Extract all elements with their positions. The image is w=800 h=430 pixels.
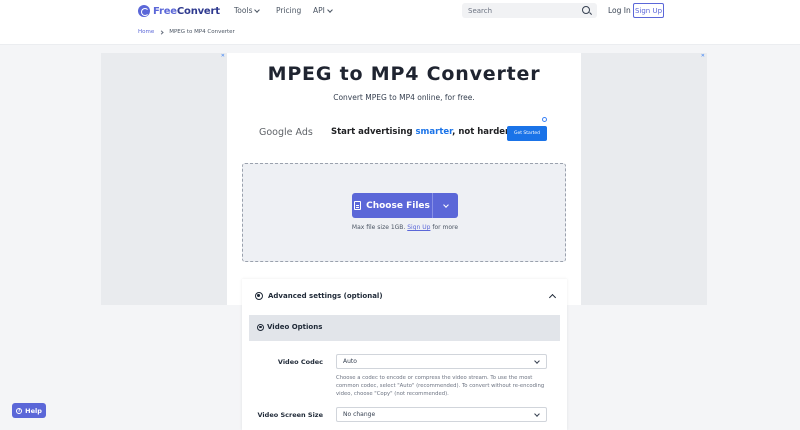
gear-icon bbox=[255, 292, 263, 300]
help-button[interactable]: ? Help bbox=[12, 403, 46, 418]
ad-tagline: Start advertising smarter, not harder. bbox=[331, 127, 512, 137]
chevron-down-icon bbox=[254, 6, 261, 13]
max-file-size-note: Max file size 1GB. Sign Up for more bbox=[351, 224, 459, 231]
video-codec-select[interactable]: Auto bbox=[336, 354, 547, 369]
site-header: FreeConvert Tools Pricing API Log In Sig… bbox=[0, 0, 800, 44]
info-icon[interactable] bbox=[542, 117, 547, 122]
login-link[interactable]: Log In bbox=[608, 6, 631, 15]
converter-card: MPEG to MP4 Converter Convert MPEG to MP… bbox=[227, 53, 581, 305]
page-subtitle: Convert MPEG to MP4 online, for free. bbox=[333, 93, 475, 102]
ad-choices-icon[interactable]: ✕ bbox=[221, 53, 225, 59]
google-ads-logo: Google Ads bbox=[259, 127, 313, 138]
video-codec-help: Choose a codec to encode or compress the… bbox=[336, 375, 545, 397]
logo-text: FreeConvert bbox=[153, 5, 220, 17]
video-options-section: Video Options bbox=[249, 315, 560, 341]
chevron-up-icon[interactable] bbox=[548, 293, 557, 302]
page-title: MPEG to MP4 Converter bbox=[267, 63, 541, 85]
chevron-down-icon bbox=[442, 201, 449, 208]
search-box bbox=[462, 3, 597, 18]
upload-source-dropdown[interactable] bbox=[433, 193, 458, 218]
choose-files-button[interactable]: Choose Files bbox=[352, 193, 433, 218]
gear-icon bbox=[257, 323, 264, 331]
search-input[interactable] bbox=[468, 5, 568, 16]
video-screen-size-select[interactable]: No change bbox=[336, 407, 547, 422]
help-icon: ? bbox=[16, 407, 23, 414]
chevron-down-icon bbox=[327, 6, 333, 13]
breadcrumb-current: MPEG to MP4 Converter bbox=[169, 29, 235, 35]
advanced-settings-panel: Advanced settings (optional) Video Optio… bbox=[242, 279, 567, 430]
chevron-down-icon bbox=[534, 358, 540, 364]
breadcrumb-home[interactable]: Home bbox=[138, 29, 154, 35]
ad-cta-button[interactable]: Get Started bbox=[507, 126, 547, 141]
breadcrumb: Home MPEG to MP4 Converter bbox=[138, 29, 235, 35]
choose-files-button-group: Choose Files bbox=[352, 193, 458, 218]
logo[interactable]: FreeConvert bbox=[138, 5, 220, 17]
chevron-right-icon bbox=[159, 29, 164, 35]
video-options-title: Video Options bbox=[257, 323, 322, 331]
search-icon[interactable] bbox=[582, 6, 590, 14]
side-ad-left[interactable]: ✕ bbox=[101, 53, 227, 305]
chevron-down-icon bbox=[534, 411, 540, 417]
ad-choices-icon[interactable]: ✕ bbox=[701, 53, 705, 59]
nav-api[interactable]: API bbox=[313, 6, 333, 15]
signup-link[interactable]: Sign Up bbox=[407, 224, 430, 231]
advanced-settings-header[interactable]: Advanced settings (optional) bbox=[255, 292, 383, 300]
video-screen-size-label: Video Screen Size bbox=[257, 411, 323, 419]
nav-tools[interactable]: Tools bbox=[234, 6, 261, 15]
side-ad-right[interactable]: ✕ bbox=[581, 53, 707, 305]
file-dropzone[interactable]: Choose Files Max file size 1GB. Sign Up … bbox=[242, 163, 566, 262]
logo-icon bbox=[138, 5, 150, 17]
nav-pricing[interactable]: Pricing bbox=[276, 6, 301, 15]
google-ads-banner[interactable]: Google Ads Start advertising smarter, no… bbox=[259, 117, 549, 145]
signup-button[interactable]: Sign Up bbox=[633, 3, 664, 18]
video-codec-label: Video Codec bbox=[277, 358, 323, 366]
file-icon bbox=[354, 201, 362, 210]
